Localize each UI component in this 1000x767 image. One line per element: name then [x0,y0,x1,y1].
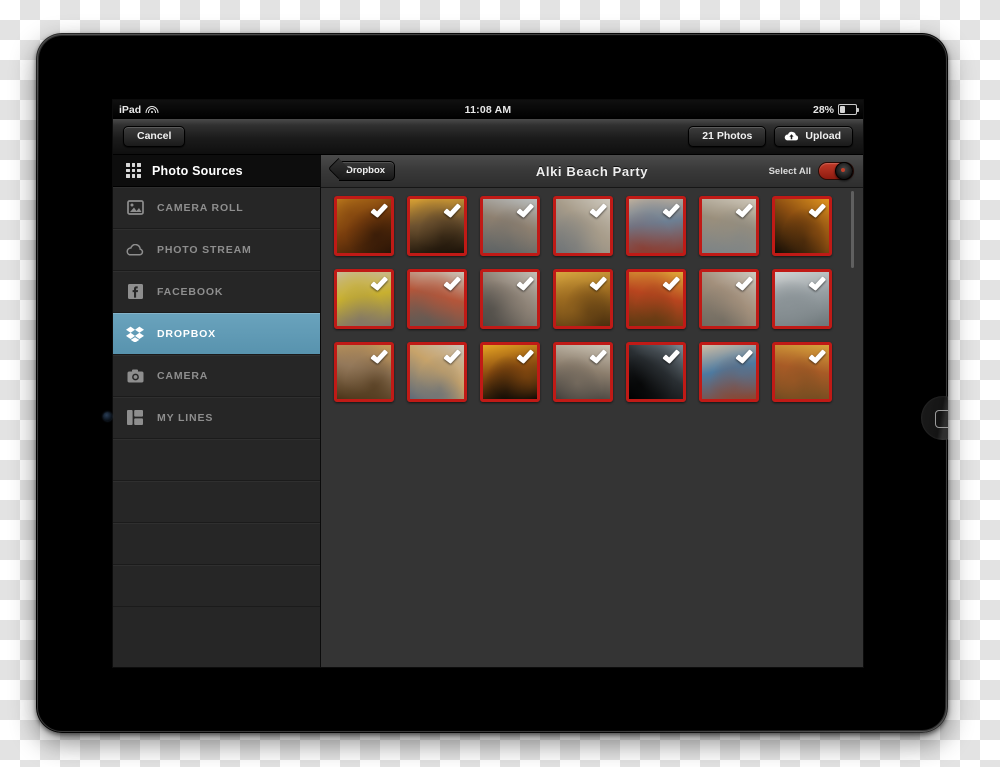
home-button-square-icon [935,410,948,428]
ipad-device-frame: iPad 11:08 AM 28% Cancel 21 Photos Uploa… [36,33,948,733]
photo-thumbnail[interactable] [699,269,759,329]
photo-thumbnail-image [410,345,464,399]
status-bar-clock: 11:08 AM [464,103,512,116]
sidebar-item-label: CAMERA [157,369,209,382]
photo-thumbnail[interactable] [553,196,613,256]
photo-icon [126,199,144,217]
photo-thumbnail-image [337,199,391,253]
album-content-pane: Dropbox Alki Beach Party Select All [321,155,863,667]
photo-thumbnail-image [410,199,464,253]
sidebar-item-label: FACEBOOK [157,285,224,298]
photo-thumbnail-image [702,345,756,399]
photo-thumbnail[interactable] [626,196,686,256]
sidebar-item-camera-roll[interactable]: CAMERA ROLL [113,187,320,229]
photo-thumbnail-image [702,272,756,326]
home-button[interactable] [921,396,948,440]
photo-thumbnail[interactable] [480,196,540,256]
photo-grid [334,196,863,402]
battery-icon [838,104,859,115]
photo-grid-scroll-area[interactable] [321,188,863,667]
my-lines-icon [126,409,144,427]
facebook-icon [126,283,144,301]
photo-thumbnail-image [483,272,537,326]
photo-thumbnail-image [775,345,829,399]
cloud-icon [126,241,144,259]
photo-thumbnail[interactable] [772,269,832,329]
camera-icon [126,367,144,385]
photo-thumbnail[interactable] [334,196,394,256]
photo-thumbnail[interactable] [772,342,832,402]
toolbar-right-group: 21 Photos Upload [688,126,853,147]
sidebar-item-list: CAMERA ROLL PHOTO STREAM FACEBOOK DROPBOX CA… [113,187,320,607]
ipad-screen: iPad 11:08 AM 28% Cancel 21 Photos Uploa… [113,100,863,667]
cloud-upload-icon [784,131,799,142]
photo-thumbnail-image [337,272,391,326]
vertical-scrollbar[interactable] [851,191,854,268]
photo-thumbnail[interactable] [407,269,467,329]
sidebar-item-photo-stream[interactable]: PHOTO STREAM [113,229,320,271]
select-all-toggle[interactable] [818,162,854,180]
sidebar-title: Photo Sources [152,163,243,178]
photo-thumbnail[interactable] [334,342,394,402]
cancel-button[interactable]: Cancel [123,126,186,147]
select-all-label: Select All [768,165,811,177]
photo-thumbnail-image [337,345,391,399]
status-bar-right: 28% [812,103,859,116]
sidebar-empty-row [113,565,320,607]
ios-status-bar: iPad 11:08 AM 28% [113,100,863,119]
sidebar-empty-row [113,481,320,523]
sidebar-item-label: MY LINES [157,411,214,424]
photo-thumbnail[interactable] [407,196,467,256]
photo-thumbnail[interactable] [626,342,686,402]
sidebar-item-label: PHOTO STREAM [157,243,252,256]
photo-thumbnail[interactable] [407,342,467,402]
photo-thumbnail[interactable] [772,196,832,256]
photo-thumbnail-image [775,199,829,253]
photo-thumbnail[interactable] [480,342,540,402]
upload-button-label: Upload [805,130,841,143]
sidebar-item-label: CAMERA ROLL [157,201,244,214]
app-toolbar: Cancel 21 Photos Upload [113,119,863,155]
sidebar-item-facebook[interactable]: FACEBOOK [113,271,320,313]
album-header: Dropbox Alki Beach Party Select All [321,155,863,188]
select-all-toggle-knob [835,162,853,180]
photo-thumbnail-image [629,272,683,326]
sidebar-item-camera[interactable]: CAMERA [113,355,320,397]
photo-thumbnail[interactable] [480,269,540,329]
photo-thumbnail-image [483,199,537,253]
sidebar-empty-row [113,523,320,565]
select-all-control: Select All [769,162,854,180]
photo-thumbnail-image [556,272,610,326]
photo-thumbnail-image [629,199,683,253]
photo-thumbnail-image [410,272,464,326]
photo-thumbnail-image [556,345,610,399]
photo-thumbnail[interactable] [699,196,759,256]
sidebar-empty-row [113,439,320,481]
sidebar-item-my-lines[interactable]: MY LINES [113,397,320,439]
sidebar-item-label: DROPBOX [157,327,217,340]
battery-percent-label: 28% [812,103,834,116]
sidebar-header: Photo Sources [113,155,320,187]
photo-thumbnail[interactable] [699,342,759,402]
grid-icon [126,163,141,178]
photo-count-button[interactable]: 21 Photos [688,126,767,147]
photo-thumbnail-image [629,345,683,399]
photo-sources-sidebar: Photo Sources CAMERA ROLL PHOTO STREAM FAC… [113,155,321,667]
back-to-dropbox-button[interactable]: Dropbox [339,161,396,181]
dropbox-icon [126,325,144,343]
front-camera-lens-icon [103,412,112,421]
photo-thumbnail[interactable] [626,269,686,329]
photo-thumbnail-image [556,199,610,253]
photo-thumbnail-image [483,345,537,399]
sidebar-item-dropbox[interactable]: DROPBOX [113,313,320,355]
photo-thumbnail-image [775,272,829,326]
app-body: Photo Sources CAMERA ROLL PHOTO STREAM FAC… [113,155,863,667]
photo-thumbnail-image [702,199,756,253]
photo-thumbnail[interactable] [553,342,613,402]
photo-thumbnail[interactable] [553,269,613,329]
photo-thumbnail[interactable] [334,269,394,329]
upload-button[interactable]: Upload [774,126,853,147]
